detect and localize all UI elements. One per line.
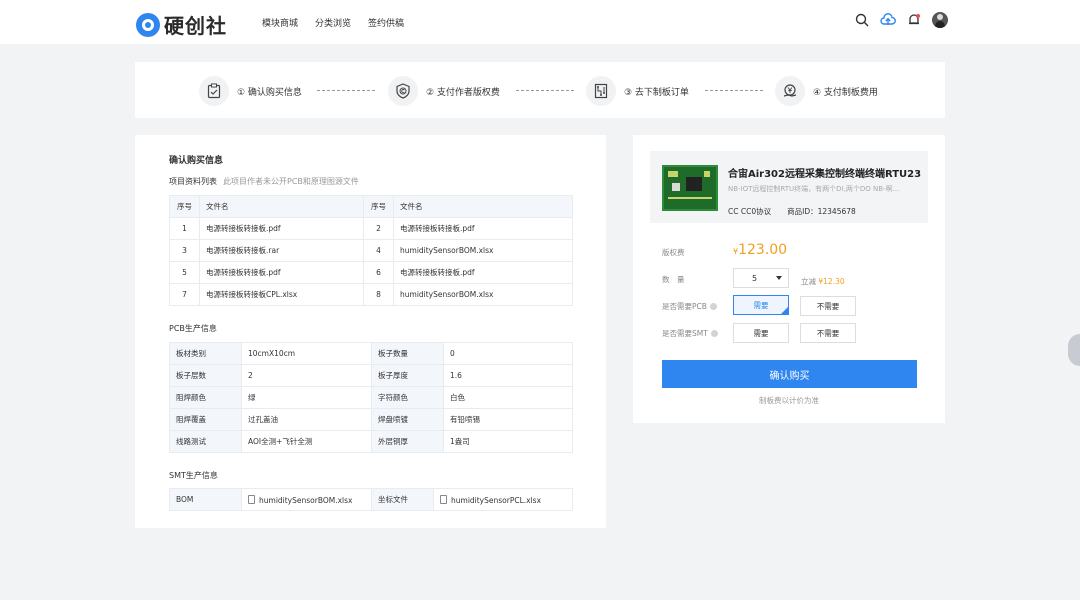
search-icon[interactable] [854,12,870,28]
coordinate-file-link[interactable]: humiditySensorPCL.xlsx [433,488,573,511]
file-link[interactable]: 电源转接板转接板.pdf [393,261,573,284]
file-icon [440,494,447,504]
product-meta: CC CC0协议 商品ID：12345678 [728,206,856,217]
step-pay-royalty: ② 支付作者版权费 [388,76,500,106]
table-row: 7 电源转接板转接板CPL.xlsx 8 humiditySensorBOM.x… [169,283,573,306]
table-row: 板材类别 10cmX10cm 板子数量 0 [169,342,573,365]
file-link[interactable]: humiditySensorBOM.xlsx [393,239,573,262]
pcb-need-option[interactable]: 需要 [733,295,789,315]
product-id-label: 商品ID： [787,207,818,216]
table-header-row: 序号 文件名 序号 文件名 [169,195,573,218]
nav-module-store[interactable]: 模块商城 [262,16,298,29]
need-pcb-label: 是否需要PCB [662,301,717,312]
discount-info: 立减 ¥12.30 [801,277,845,286]
main-nav: 模块商城 分类浏览 签约供稿 [262,16,404,29]
license-label: CC CC0协议 [728,207,772,216]
table-row: BOM humiditySensorBOM.xlsx 坐标文件 humidity… [169,488,573,511]
side-float-button[interactable] [1068,334,1080,366]
quantity-label: 数 量 [662,275,685,284]
bell-icon[interactable] [906,12,922,28]
product-thumbnail [662,165,718,211]
file-link[interactable]: 电源转接板转接板CPL.xlsx [199,283,364,306]
circuit-board-icon [586,76,616,106]
chevron-down-icon [776,276,782,280]
step-place-order: ③ 去下制板订单 [586,76,689,106]
price: ¥123.00 [733,242,788,258]
files-heading: 项目资料列表 此项目作者未公开PCB和原理图源文件 [169,177,359,186]
files-note: 此项目作者未公开PCB和原理图源文件 [223,177,359,186]
file-link[interactable]: 电源转接板转接板.rar [199,239,364,262]
brand-name: 硬创社 [164,14,227,38]
help-icon[interactable] [709,303,717,310]
table-row: 5 电源转接板转接板.pdf 6 电源转接板转接板.pdf [169,261,573,284]
table-row: 线路测试 AOI全测+飞针全测 外层铜厚 1盎司 [169,430,573,453]
pcb-section-title: PCB生产信息 [169,324,217,333]
step-divider [516,90,574,91]
product-card: 合宙Air302远程采集控制终端终端RTU23 NB-IOT远程控制RTU终端，… [650,151,928,223]
confirm-purchase-button[interactable]: 确认购买 [662,360,917,388]
product-id: 12345678 [817,207,856,216]
step-confirm-info: ① 确认购买信息 [199,76,302,106]
pcb-not-need-option[interactable]: 不需要 [800,296,856,316]
user-avatar[interactable] [932,12,948,28]
cloud-upload-icon[interactable] [880,12,896,28]
step-divider [705,90,763,91]
fabrication-fee-note: 制板费以计价为准 [759,396,819,405]
table-row: 阻焊覆盖 过孔盖油 焊盘喷镀 有铅喷锡 [169,408,573,431]
step-pay-fabrication: ④ 支付制板费用 [775,76,878,106]
order-summary-panel: 合宙Air302远程采集控制终端终端RTU23 NB-IOT远程控制RTU终端，… [633,135,945,423]
file-link[interactable]: 电源转接板转接板.pdf [199,261,364,284]
panel-title: 确认购买信息 [169,156,224,166]
bom-file-link[interactable]: humiditySensorBOM.xlsx [241,488,372,511]
table-row: 3 电源转接板转接板.rar 4 humiditySensorBOM.xlsx [169,239,573,262]
smt-not-need-option[interactable]: 不需要 [800,323,856,343]
logo-icon [136,12,160,37]
pcb-info-table: 板材类别 10cmX10cm 板子数量 0 板子层数 2 板子厚度 1.6 阻焊… [169,342,573,453]
smt-info-table: BOM humiditySensorBOM.xlsx 坐标文件 humidity… [169,488,573,511]
quantity-select[interactable]: 5 [733,268,789,288]
product-title: 合宙Air302远程采集控制终端终端RTU23 [728,169,922,180]
table-row: 板子层数 2 板子厚度 1.6 [169,364,573,387]
table-row: 1 电源转接板转接板.pdf 2 电源转接板转接板.pdf [169,217,573,240]
purchase-info-panel: 确认购买信息 项目资料列表 此项目作者未公开PCB和原理图源文件 序号 文件名 序… [135,135,606,528]
file-icon [248,494,255,504]
nav-contract-submit[interactable]: 签约供稿 [368,16,404,29]
brand-logo[interactable]: 硬创社 [136,10,227,39]
header-actions [854,12,948,28]
clipboard-check-icon [199,76,229,106]
file-link[interactable]: humiditySensorBOM.xlsx [393,283,573,306]
nav-category-browse[interactable]: 分类浏览 [315,16,351,29]
need-smt-label: 是否需要SMT [662,328,718,339]
shield-copyright-icon [388,76,418,106]
project-files-table: 序号 文件名 序号 文件名 1 电源转接板转接板.pdf 2 电源转接板转接板.… [169,195,573,306]
file-link[interactable]: 电源转接板转接板.pdf [199,217,364,240]
step-divider [317,90,375,91]
royalty-label: 版权费 [662,248,685,257]
smt-section-title: SMT生产信息 [169,471,218,480]
yen-hand-icon [775,76,805,106]
file-link[interactable]: 电源转接板转接板.pdf [393,217,573,240]
help-icon[interactable] [710,330,718,337]
product-description: NB-IOT远程控制RTU终端，有两个DI,两个DO NB-啊... [728,185,900,193]
top-header: 硬创社 模块商城 分类浏览 签约供稿 [0,0,1080,44]
checkout-steps: ① 确认购买信息 ② 支付作者版权费 ③ 去下制板订单 ④ 支付制板费用 [135,62,945,118]
table-row: 阻焊颜色 绿 字符颜色 白色 [169,386,573,409]
smt-need-option[interactable]: 需要 [733,323,789,343]
